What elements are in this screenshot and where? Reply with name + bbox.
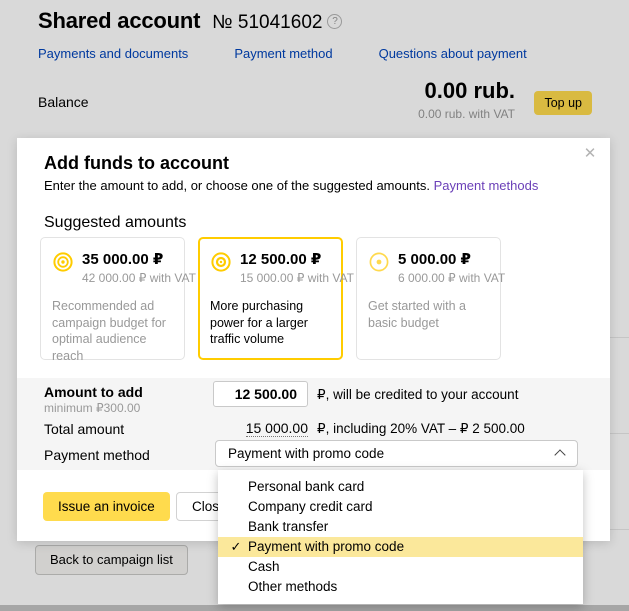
modal-subtitle-text: Enter the amount to add, or choose one o… (44, 178, 430, 193)
total-amount-value[interactable]: 15 000.00 (213, 420, 308, 436)
payment-methods-link[interactable]: Payment methods (434, 178, 539, 193)
payment-method-dropdown: Personal bank card Company credit card B… (218, 470, 583, 604)
dropdown-item-other-methods[interactable]: Other methods (218, 577, 583, 597)
card-amounts: 35 000.00 ₽ 42 000.00 ₽ with VAT (82, 250, 196, 285)
dropdown-item-company-credit-card[interactable]: Company credit card (218, 497, 583, 517)
card-amounts: 12 500.00 ₽ 15 000.00 ₽ with VAT (240, 250, 354, 285)
suggested-amount-cards: 35 000.00 ₽ 42 000.00 ₽ with VAT Recomme… (40, 237, 501, 360)
amount-input[interactable] (213, 381, 308, 407)
modal-subtitle: Enter the amount to add, or choose one o… (44, 178, 538, 193)
total-vat-note: ₽, including 20% VAT – ₽ 2 500.00 (317, 421, 525, 437)
modal-title: Add funds to account (44, 153, 229, 174)
payment-method-value: Payment with promo code (228, 446, 384, 461)
suggested-card-12500-selected[interactable]: 12 500.00 ₽ 15 000.00 ₽ with VAT More pu… (198, 237, 343, 360)
screen: Shared account№ 51041602? Payments and d… (0, 0, 629, 611)
card-description: Recommended ad campaign budget for optim… (52, 298, 173, 364)
checkmark-icon: ✓ (227, 537, 245, 557)
card-vat-note: 42 000.00 ₽ with VAT (82, 271, 196, 285)
card-header: 5 000.00 ₽ 6 000.00 ₽ with VAT (368, 250, 489, 285)
amount-form-section: Amount to add minimum ₽300.00 ₽, will be… (17, 378, 610, 470)
card-description: More purchasing power for a larger traff… (210, 298, 331, 348)
bullseye-icon (368, 251, 390, 273)
card-header: 12 500.00 ₽ 15 000.00 ₽ with VAT (210, 250, 331, 285)
minimum-amount-note: minimum ₽300.00 (44, 401, 140, 415)
suggested-amounts-heading: Suggested amounts (44, 214, 186, 232)
chevron-up-icon (554, 449, 565, 460)
card-amount: 12 500.00 ₽ (240, 250, 354, 268)
amount-credited-note: ₽, will be credited to your account (317, 387, 518, 403)
payment-method-label: Payment method (44, 447, 150, 463)
amount-to-add-label: Amount to add (44, 384, 143, 400)
bullseye-icon (210, 251, 232, 273)
dropdown-item-personal-bank-card[interactable]: Personal bank card (218, 477, 583, 497)
dropdown-item-bank-transfer[interactable]: Bank transfer (218, 517, 583, 537)
issue-invoice-button[interactable]: Issue an invoice (43, 492, 170, 521)
card-header: 35 000.00 ₽ 42 000.00 ₽ with VAT (52, 250, 173, 285)
card-amounts: 5 000.00 ₽ 6 000.00 ₽ with VAT (398, 250, 505, 285)
dropdown-item-cash[interactable]: Cash (218, 557, 583, 577)
total-amount-label: Total amount (44, 421, 124, 437)
payment-method-select[interactable]: Payment with promo code (215, 440, 578, 467)
bullseye-icon (52, 251, 74, 273)
suggested-card-5000[interactable]: 5 000.00 ₽ 6 000.00 ₽ with VAT Get start… (356, 237, 501, 360)
suggested-card-35000[interactable]: 35 000.00 ₽ 42 000.00 ₽ with VAT Recomme… (40, 237, 185, 360)
card-amount: 5 000.00 ₽ (398, 250, 505, 268)
card-amount: 35 000.00 ₽ (82, 250, 196, 268)
card-vat-note: 6 000.00 ₽ with VAT (398, 271, 505, 285)
card-description: Get started with a basic budget (368, 298, 489, 331)
card-vat-note: 15 000.00 ₽ with VAT (240, 271, 354, 285)
dropdown-item-payment-with-promo-code[interactable]: ✓ Payment with promo code (218, 537, 583, 557)
close-icon[interactable]: ✕ (580, 144, 600, 164)
